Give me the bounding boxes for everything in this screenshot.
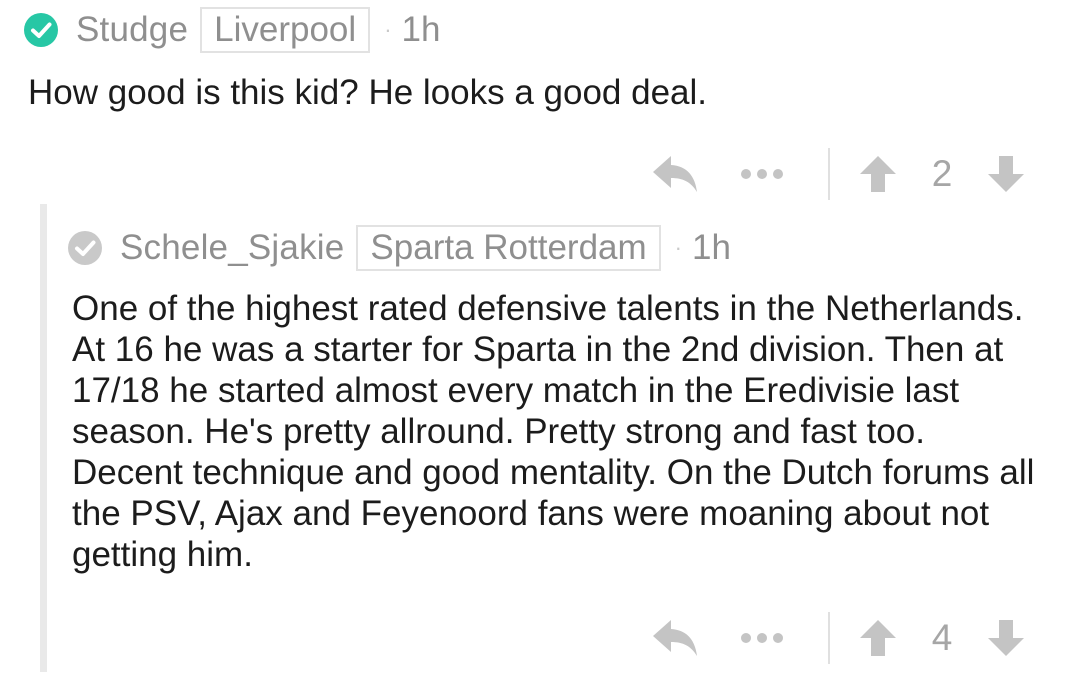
downvote-arrow-icon[interactable] — [978, 610, 1034, 666]
comment-actions: 4 — [640, 610, 1034, 666]
user-flair: Liverpool — [200, 7, 371, 53]
reply-comment-header: Schele_Sjakie Sparta Rotterdam · 1h — [68, 225, 731, 271]
more-dots-icon[interactable] — [722, 610, 802, 666]
comment-body: One of the highest rated defensive talen… — [72, 288, 1062, 575]
reply-arrow-icon[interactable] — [640, 146, 710, 202]
username[interactable]: Studge — [76, 10, 188, 50]
comment-body-line: Decent technique and good mentality. On … — [72, 453, 1035, 492]
actions-divider — [828, 148, 830, 200]
top-comment-header: Studge Liverpool · 1h — [24, 7, 441, 53]
comment-body-line: One of the highest rated defensive talen… — [72, 289, 1024, 328]
comment-body: How good is this kid? He looks a good de… — [28, 73, 708, 112]
comment-age: 1h — [401, 10, 441, 49]
vote-score: 2 — [931, 153, 953, 194]
actions-divider — [828, 612, 830, 664]
thread-indent-line — [40, 204, 47, 672]
comment-body-line: getting him. — [72, 535, 253, 574]
upvote-arrow-icon[interactable] — [850, 610, 906, 666]
downvote-arrow-icon[interactable] — [978, 146, 1034, 202]
username[interactable]: Schele_Sjakie — [120, 228, 344, 268]
comment-actions: 2 — [640, 146, 1034, 202]
check-circle-icon — [24, 13, 58, 47]
check-circle-icon — [68, 231, 102, 265]
separator-dot: · — [674, 235, 682, 260]
user-flair: Sparta Rotterdam — [356, 225, 661, 271]
comment-body-line: season. He's pretty allround. Pretty str… — [72, 412, 925, 451]
upvote-arrow-icon[interactable] — [850, 146, 906, 202]
comment-body-line: At 16 he was a starter for Sparta in the… — [72, 330, 1004, 369]
separator-dot: · — [384, 17, 392, 42]
comment-body-line: 17/18 he started almost every match in t… — [72, 371, 960, 410]
more-dots-icon[interactable] — [722, 146, 802, 202]
vote-score: 4 — [931, 617, 953, 658]
reply-arrow-icon[interactable] — [640, 610, 710, 666]
comment-body-line: the PSV, Ajax and Feyenoord fans were mo… — [72, 494, 990, 533]
comment-age: 1h — [692, 228, 731, 267]
